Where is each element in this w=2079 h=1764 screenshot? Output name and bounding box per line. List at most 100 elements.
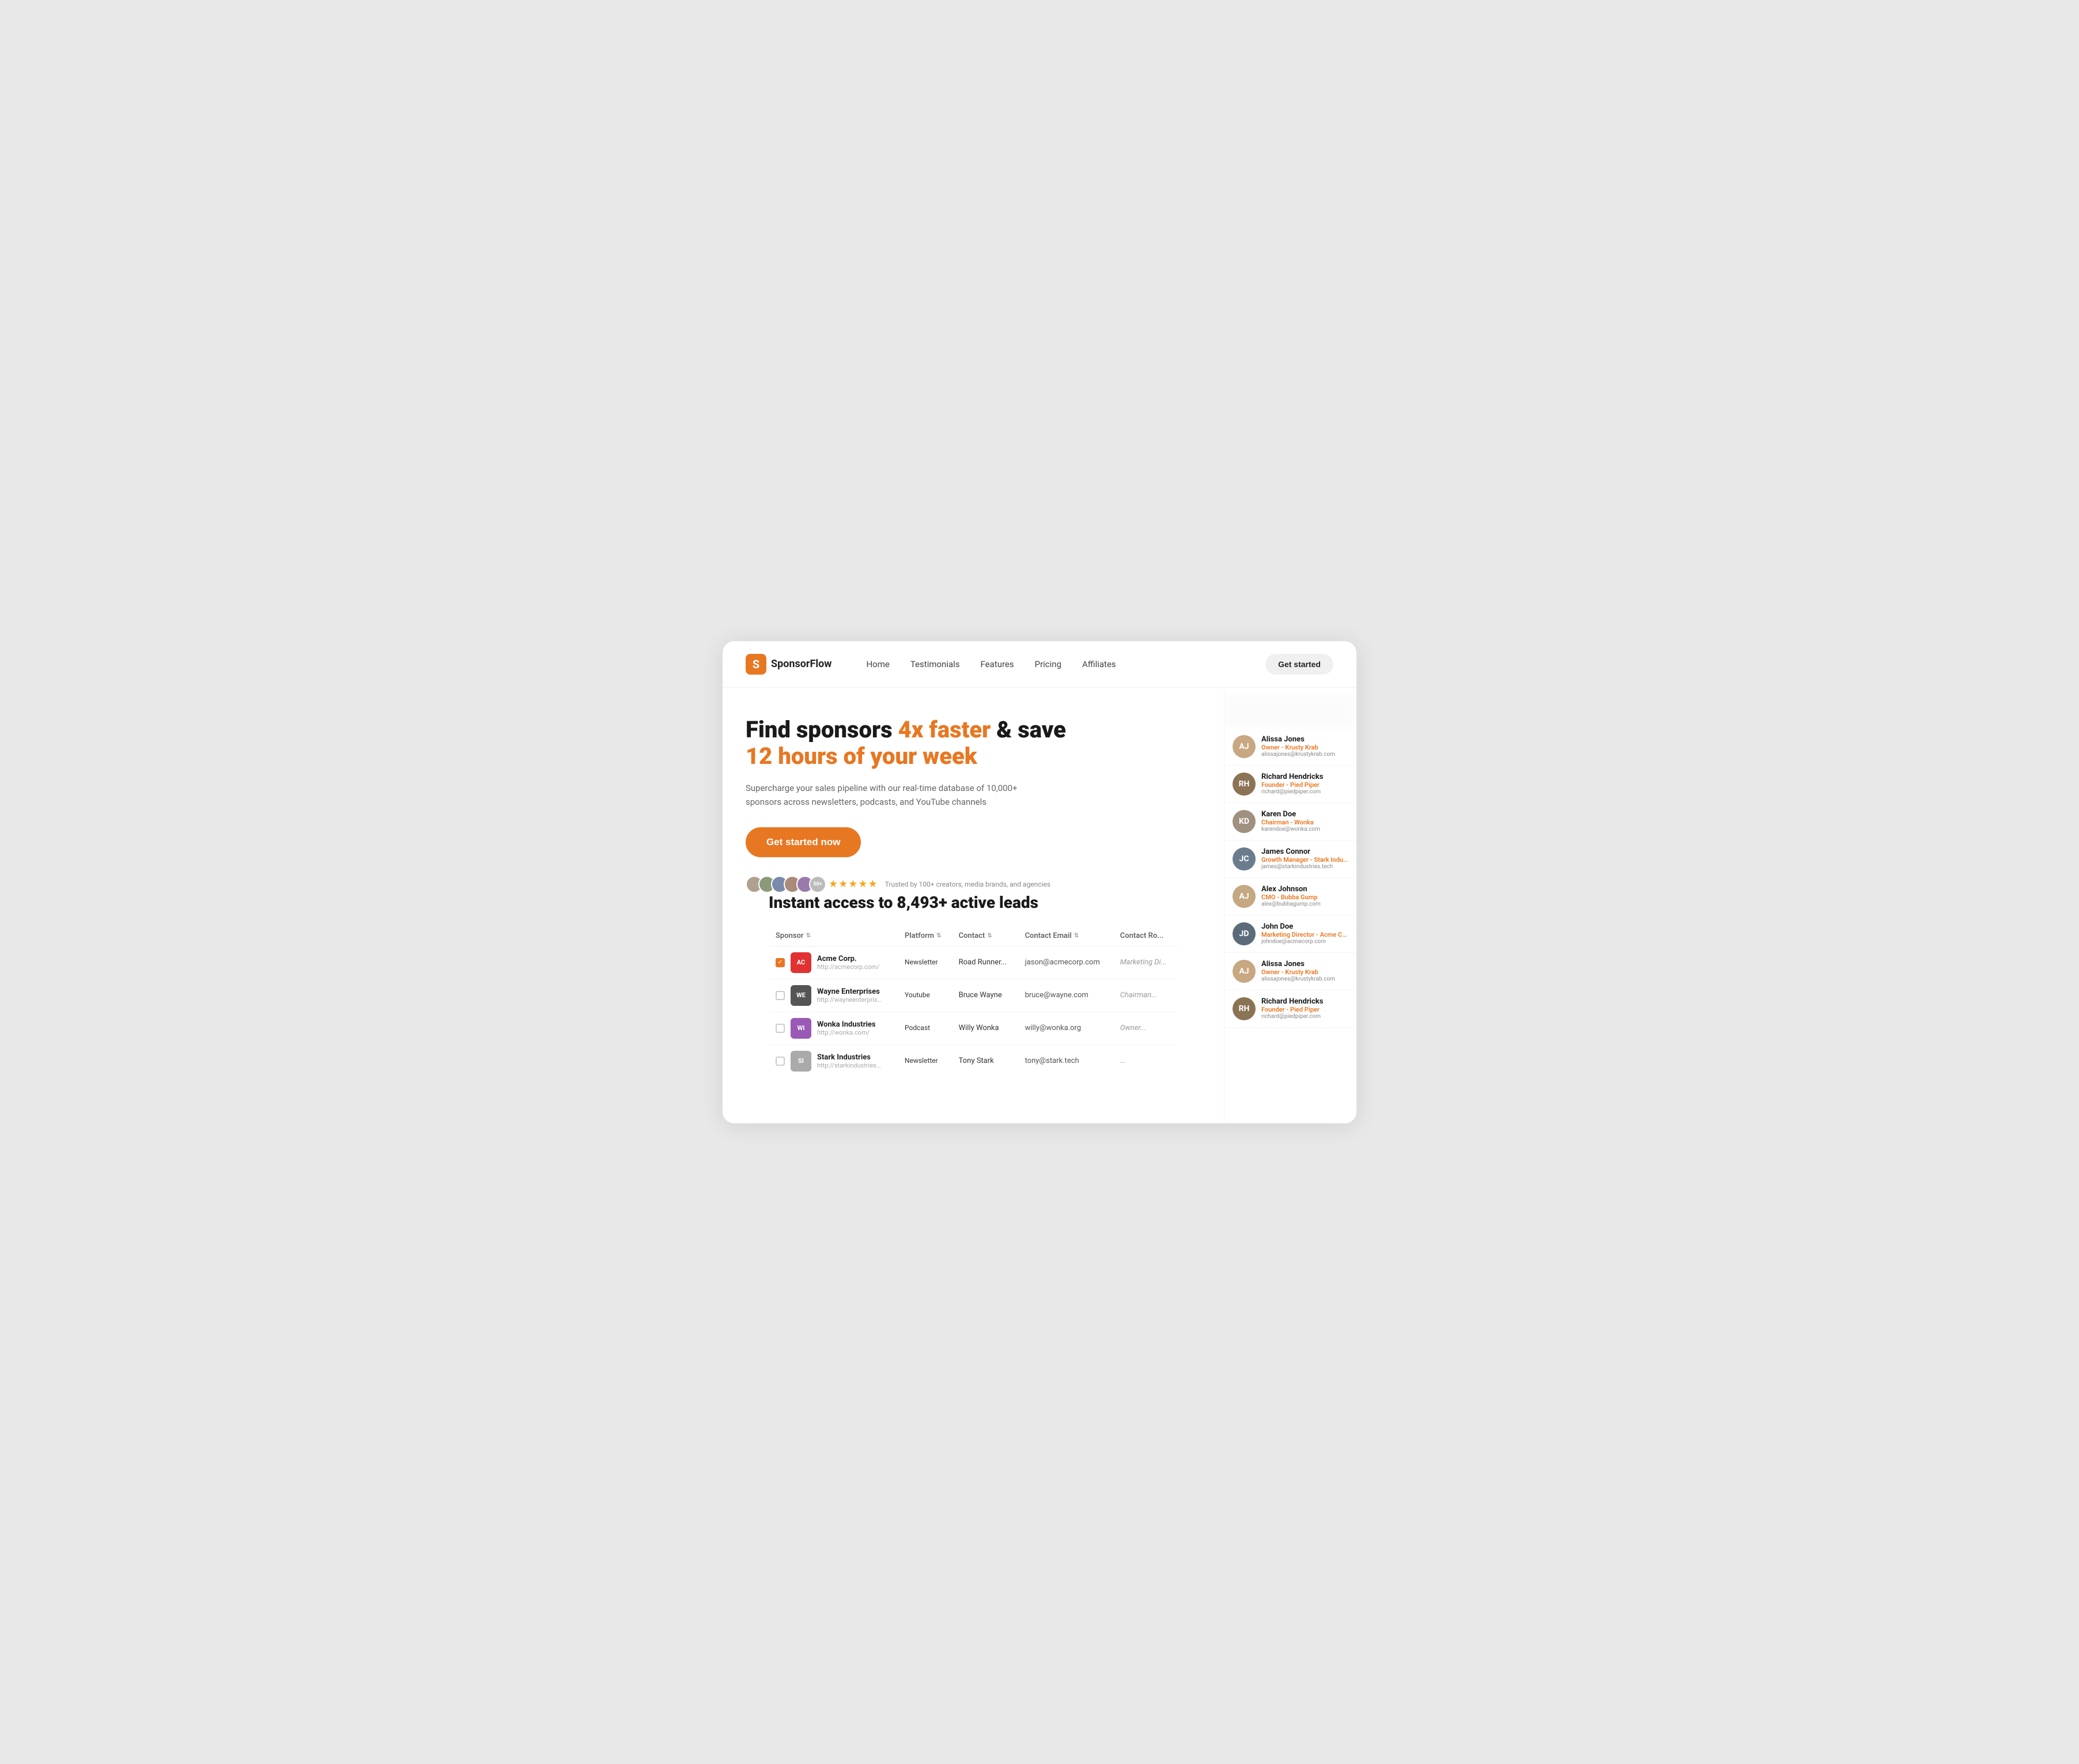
hero-highlight2: 12 hours of your week [746, 743, 977, 770]
col-role-label: Contact Ro... [1120, 932, 1164, 940]
contact-card-name-2: Karen Doe [1261, 810, 1348, 819]
sort-sponsor[interactable]: Sponsor ⇅ [776, 932, 811, 940]
contact-role-3: ... [1120, 1057, 1126, 1065]
contact-info-1: Richard Hendricks Founder - Pied Piper r… [1261, 773, 1348, 795]
sponsor-cell-0: ✓ AC Acme Corp. http://acmecorp.com/ [769, 946, 898, 979]
contact-card-3[interactable]: JC James Connor Growth Manager - Stark I… [1224, 841, 1356, 878]
sponsor-url-0: http://acmecorp.com/ [817, 963, 879, 971]
hero-title: Find sponsors 4x faster & save 12 hours … [746, 717, 1201, 770]
platform-tag-3: Newsletter [905, 1057, 938, 1065]
platform-tag-0: Newsletter [905, 958, 938, 966]
contact-role-2: Owner... [1120, 1024, 1146, 1032]
col-email-label: Contact Email [1025, 932, 1072, 940]
sponsor-cell-1: WE Wayne Enterprises http://wayneenterpr… [769, 979, 898, 1012]
contact-card-4[interactable]: AJ Alex Johnson CMO - Bubba Gump alex@bu… [1224, 878, 1356, 915]
contact-email-2: willy@wonka.org [1025, 1024, 1082, 1032]
contact-card-email-5: johndoe@acmecorp.com [1261, 938, 1348, 945]
sort-contact[interactable]: Contact ⇅ [959, 932, 992, 940]
sponsor-url-1: http://wayneenterpris... [817, 996, 882, 1004]
logo-area: S SponsorFlow [746, 654, 831, 675]
row-checkbox-1[interactable] [776, 991, 785, 1000]
contact-email-3: tony@stark.tech [1025, 1057, 1079, 1065]
leads-section: Instant access to 8,493+ active leads Sp… [746, 893, 1201, 1100]
leads-table: Sponsor ⇅ Platform ⇅ [769, 926, 1178, 1077]
contact-role-0: Marketing Di... [1120, 958, 1167, 967]
contact-card-name-4: Alex Johnson [1261, 885, 1348, 894]
contact-info-5: John Doe Marketing Director - Acme Corp … [1261, 922, 1348, 945]
sort-platform[interactable]: Platform ⇅ [905, 932, 941, 940]
contact-avatar-7: RH [1233, 997, 1256, 1020]
contact-info-6: Alissa Jones Owner - Krusty Krab alissaj… [1261, 960, 1348, 982]
sponsor-info-3: Stark Industries http://starkindustries.… [817, 1053, 881, 1069]
col-platform-label: Platform [905, 932, 934, 940]
contact-card-0[interactable]: AJ Alissa Jones Owner - Krusty Krab alis… [1224, 728, 1356, 766]
col-sponsor-label: Sponsor [776, 932, 804, 940]
row-checkbox-3[interactable] [776, 1057, 785, 1066]
role-cell-0: Marketing Di... [1113, 946, 1178, 979]
sponsor-info-1: Wayne Enterprises http://wayneenterpris.… [817, 987, 882, 1004]
col-contact-label: Contact [959, 932, 985, 940]
col-contact-header: Contact ⇅ [952, 926, 1018, 947]
contact-cell-0: Road Runner... [952, 946, 1018, 979]
row-checkbox-2[interactable] [776, 1024, 785, 1033]
email-cell-1: bruce@wayne.com [1018, 979, 1113, 1012]
sort-email[interactable]: Contact Email ⇅ [1025, 932, 1079, 940]
sponsor-name-3: Stark Industries [817, 1053, 881, 1062]
nav-features[interactable]: Features [981, 659, 1014, 669]
contact-card-email-3: james@starkindustries.tech [1261, 864, 1348, 870]
role-cell-1: Chairman... [1113, 979, 1178, 1012]
contact-card-role-5: Marketing Director - Acme Corp [1261, 931, 1348, 938]
contact-card-role-6: Owner - Krusty Krab [1261, 968, 1348, 976]
avatar-group: 50+ [746, 876, 822, 893]
contact-card-email-0: alissajones@krustykrab.com [1261, 751, 1348, 758]
sponsor-cell-3: SI Stark Industries http://starkindustri… [769, 1044, 898, 1077]
contact-info-3: James Connor Growth Manager - Stark Indu… [1261, 847, 1348, 870]
table-row: WE Wayne Enterprises http://wayneenterpr… [769, 979, 1178, 1012]
sponsor-logo-0: AC [791, 952, 811, 973]
navbar: S SponsorFlow Home Testimonials Features… [723, 641, 1356, 688]
sponsor-info-0: Acme Corp. http://acmecorp.com/ [817, 955, 879, 971]
role-cell-2: Owner... [1113, 1012, 1178, 1044]
nav-testimonials[interactable]: Testimonials [910, 659, 960, 669]
contact-card-7[interactable]: RH Richard Hendricks Founder - Pied Pipe… [1224, 990, 1356, 1028]
contact-cards: AJ Alissa Jones Owner - Krusty Krab alis… [1224, 728, 1356, 1028]
col-role-header: Contact Ro... [1113, 926, 1178, 947]
nav-get-started-button[interactable]: Get started [1265, 654, 1333, 675]
contact-card-6[interactable]: AJ Alissa Jones Owner - Krusty Krab alis… [1224, 953, 1356, 990]
sort-platform-icon: ⇅ [936, 933, 941, 939]
contact-card-email-4: alex@bubbagump.com [1261, 901, 1348, 907]
contact-card-email-1: richard@piedpiper.com [1261, 789, 1348, 795]
row-checkbox-0[interactable]: ✓ [776, 958, 785, 967]
contact-avatar-6: AJ [1233, 960, 1256, 983]
contact-avatar-4: AJ [1233, 885, 1256, 908]
contact-card-1[interactable]: RH Richard Hendricks Founder - Pied Pipe… [1224, 766, 1356, 803]
contact-card-role-0: Owner - Krusty Krab [1261, 744, 1348, 751]
contact-card-5[interactable]: JD John Doe Marketing Director - Acme Co… [1224, 915, 1356, 953]
contact-card-name-7: Richard Hendricks [1261, 997, 1348, 1006]
hero-subtitle: Supercharge your sales pipeline with our… [746, 781, 1022, 809]
social-proof: 50+ ★★★★★ Trusted by 100+ creators, medi… [746, 876, 1201, 893]
contact-card-email-6: alissajones@krustykrab.com [1261, 976, 1348, 982]
contact-card-role-7: Founder - Pied Piper [1261, 1006, 1348, 1013]
sort-email-icon: ⇅ [1074, 933, 1079, 939]
contact-name-2: Willy Wonka [959, 1024, 999, 1032]
nav-affiliates[interactable]: Affiliates [1082, 659, 1116, 669]
nav-home[interactable]: Home [866, 659, 889, 669]
main-content: Find sponsors 4x faster & save 12 hours … [723, 688, 1356, 1123]
hero-title-prefix: Find sponsors [746, 716, 898, 743]
sponsor-name-2: Wonka Industries [817, 1020, 876, 1029]
nav-pricing[interactable]: Pricing [1035, 659, 1061, 669]
hero-highlight1: 4x faster [898, 716, 991, 743]
contact-avatar-1: RH [1233, 773, 1256, 796]
sponsor-info-2: Wonka Industries http://wonka.com/ [817, 1020, 876, 1036]
page-container: S SponsorFlow Home Testimonials Features… [723, 641, 1356, 1123]
hero-cta-button[interactable]: Get started now [746, 827, 861, 857]
logo-icon: S [746, 654, 766, 675]
col-platform-header: Platform ⇅ [898, 926, 952, 947]
right-panel: AJ Alissa Jones Owner - Krusty Krab alis… [1224, 688, 1356, 1123]
leads-title: Instant access to 8,493+ active leads [769, 893, 1178, 912]
table-row: SI Stark Industries http://starkindustri… [769, 1044, 1178, 1077]
contact-card-2[interactable]: KD Karen Doe Chairman - Wonka karendoe@w… [1224, 803, 1356, 841]
trusted-text: Trusted by 100+ creators, media brands, … [885, 880, 1050, 888]
platform-tag-1: Youtube [905, 991, 930, 999]
